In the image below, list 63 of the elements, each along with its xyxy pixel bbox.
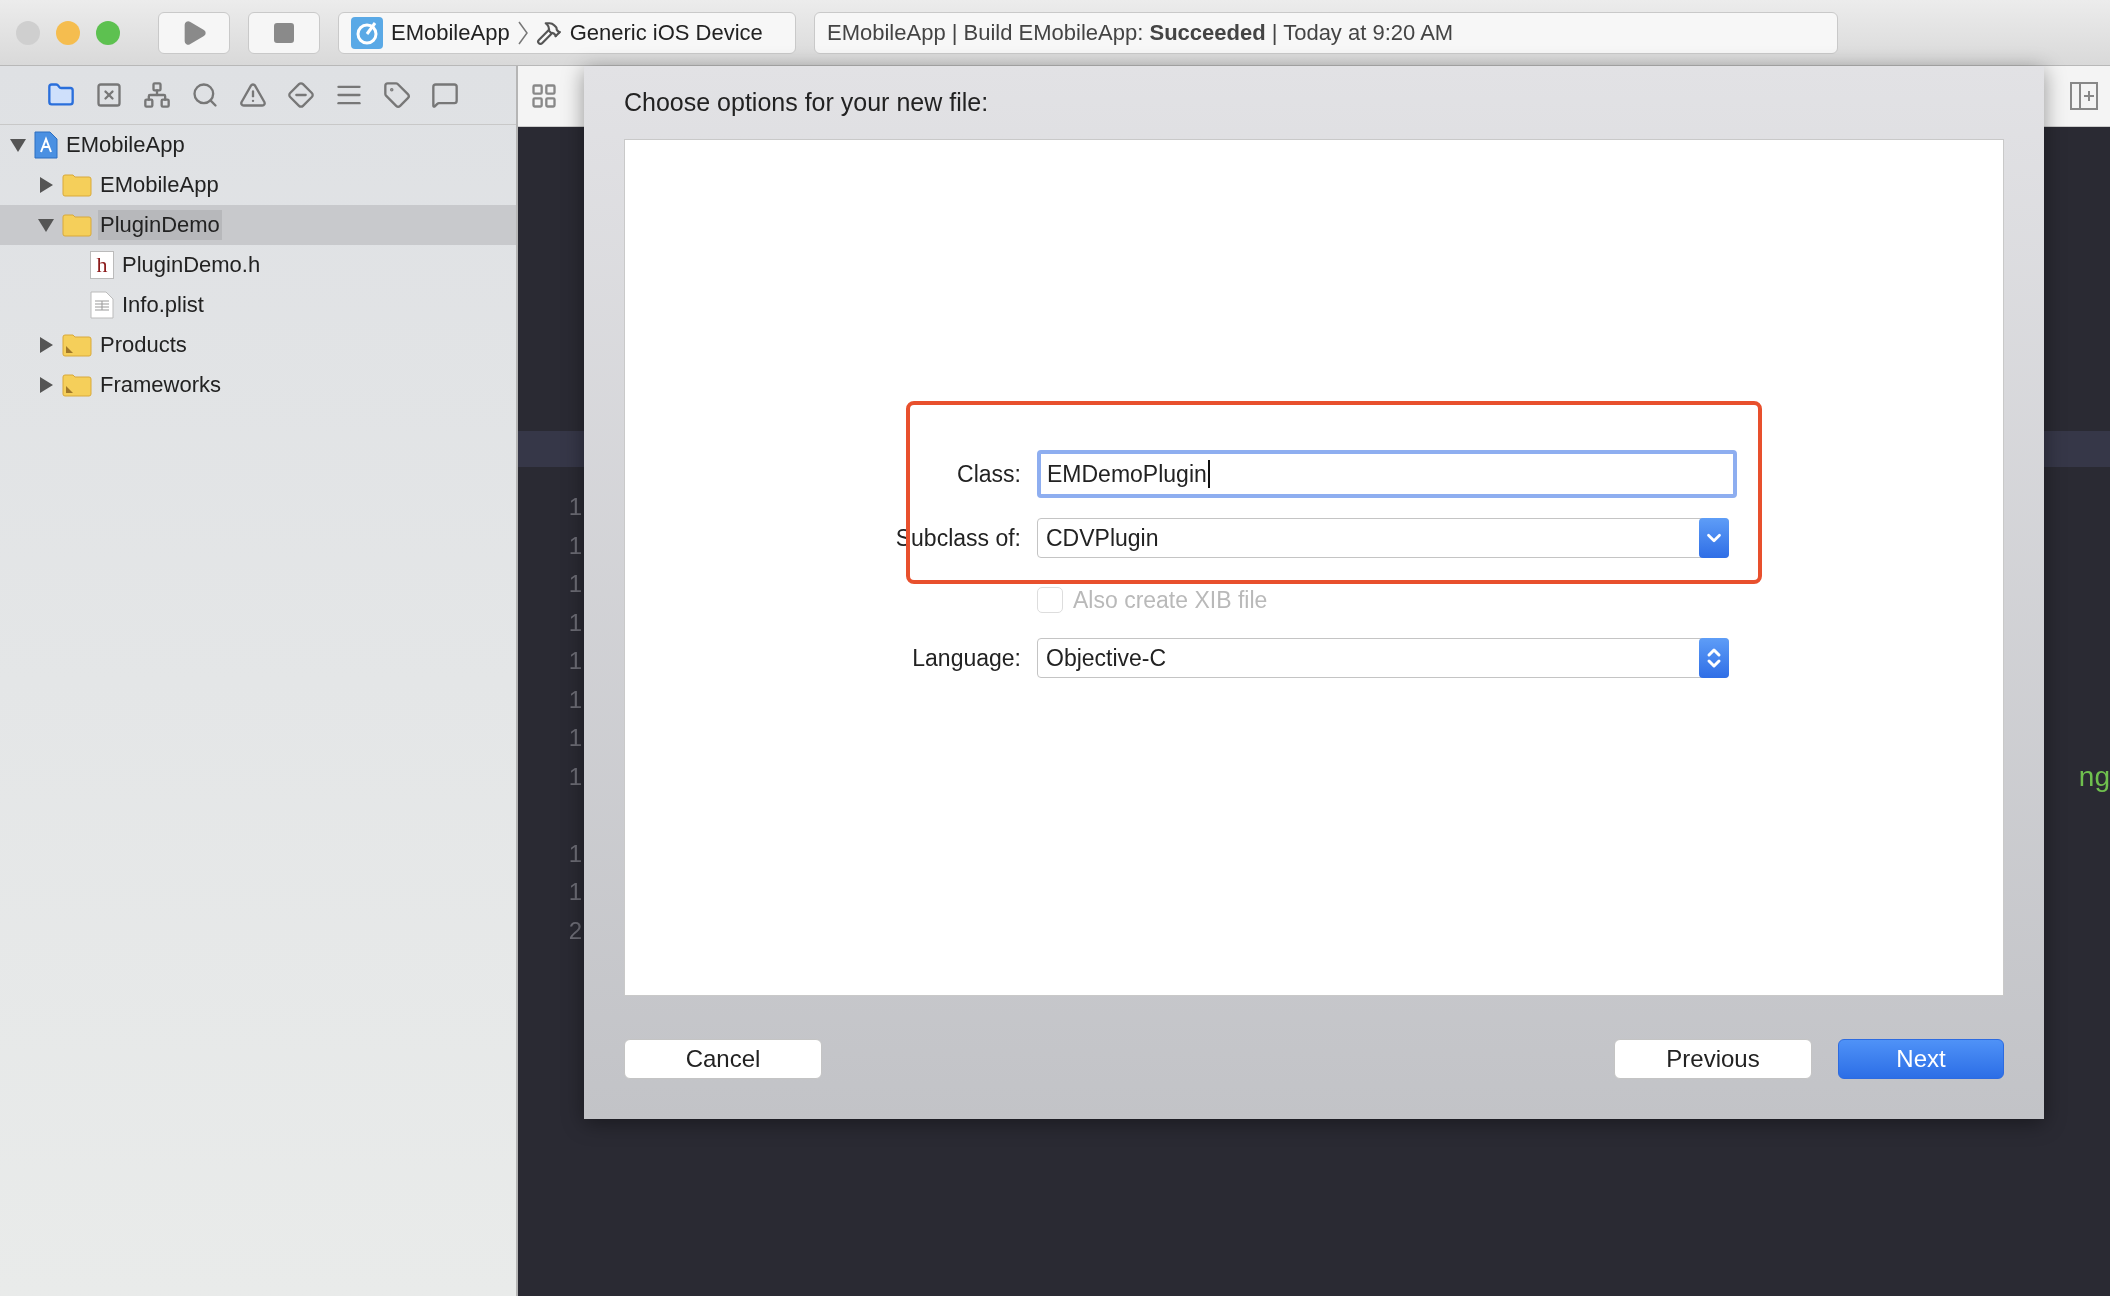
tree-label: PluginDemo	[98, 210, 222, 240]
line-number: 1	[567, 685, 582, 714]
line-number: 1	[567, 570, 582, 599]
code-text: ng	[2078, 760, 2110, 793]
tree-row[interactable]: PluginDemo	[0, 205, 516, 245]
destination-name: Generic iOS Device	[569, 19, 763, 46]
tree-label: EMobileApp	[99, 171, 220, 199]
stop-button[interactable]	[248, 11, 320, 54]
line-number: 1	[567, 878, 582, 907]
field-label: Language:	[911, 644, 1021, 672]
tree-label: PluginDemo.h	[121, 251, 262, 279]
tag-icon[interactable]	[382, 80, 412, 110]
folder-icon	[62, 173, 92, 197]
tree-row[interactable]: Info.plist	[0, 285, 516, 325]
tree-row[interactable]: Frameworks	[0, 365, 516, 405]
folder-icon	[62, 373, 92, 397]
tree-label: Info.plist	[121, 291, 205, 319]
grid-icon[interactable]	[530, 82, 558, 110]
tree-label: Frameworks	[99, 371, 222, 399]
run-button[interactable]	[158, 11, 230, 54]
line-number: 2	[567, 916, 582, 945]
project-file-icon	[34, 131, 58, 159]
search-icon[interactable]	[190, 80, 220, 110]
field-label: Class:	[956, 460, 1021, 488]
header-file-icon: h	[90, 251, 114, 279]
tree-row[interactable]: EMobileApp	[0, 125, 516, 165]
line-number: 1	[567, 762, 582, 791]
popup-menu[interactable]: CDVPlugin	[1037, 518, 1729, 558]
tree-row[interactable]: EMobileApp	[0, 165, 516, 205]
scheme-name: EMobileApp	[391, 19, 510, 46]
hammer-icon	[535, 19, 562, 46]
window-control-button[interactable]	[96, 20, 120, 45]
app-icon	[351, 16, 383, 49]
sheet-button[interactable]: Previous	[1614, 1039, 1812, 1079]
line-number: 1	[567, 608, 582, 637]
line-number: 1	[567, 531, 582, 560]
sheet-button[interactable]: Next	[1838, 1039, 2004, 1079]
boxed-x-icon[interactable]	[94, 80, 124, 110]
chevron-icon	[517, 20, 528, 45]
line-number: 1	[567, 839, 582, 868]
warning-icon[interactable]	[238, 80, 268, 110]
speech-bubble-icon[interactable]	[430, 80, 460, 110]
sheet-button[interactable]: Cancel	[624, 1039, 822, 1079]
plist-file-icon	[90, 291, 114, 319]
folder-icon	[62, 213, 92, 237]
tree-label: Products	[99, 331, 188, 359]
add-editor-icon[interactable]	[2070, 82, 2098, 110]
build-status: EMobileApp | Build EMobileApp: Succeeded | Today at 9:20 AM	[827, 19, 1454, 46]
tree-row[interactable]: Products	[0, 325, 516, 365]
diamond-icon[interactable]	[286, 80, 316, 110]
folder-icon	[62, 333, 92, 357]
hierarchy-icon[interactable]	[142, 80, 172, 110]
tree-label: EMobileApp	[65, 131, 186, 159]
line-number: 1	[567, 493, 582, 522]
scheme-selector[interactable]: EMobileApp Generic iOS Device	[338, 11, 796, 54]
stop-icon	[272, 20, 296, 45]
checkbox-label: Also create XIB file	[1073, 586, 1268, 614]
tree-row[interactable]: h PluginDemo.h	[0, 245, 516, 285]
line-number: 1	[567, 647, 582, 676]
sheet-title: Choose options for your new file:	[624, 88, 989, 117]
line-number: 1	[567, 724, 582, 753]
popup-menu[interactable]: Objective-C	[1037, 638, 1729, 678]
class-input-field[interactable]: EMDemoPlugin	[1037, 450, 1737, 498]
